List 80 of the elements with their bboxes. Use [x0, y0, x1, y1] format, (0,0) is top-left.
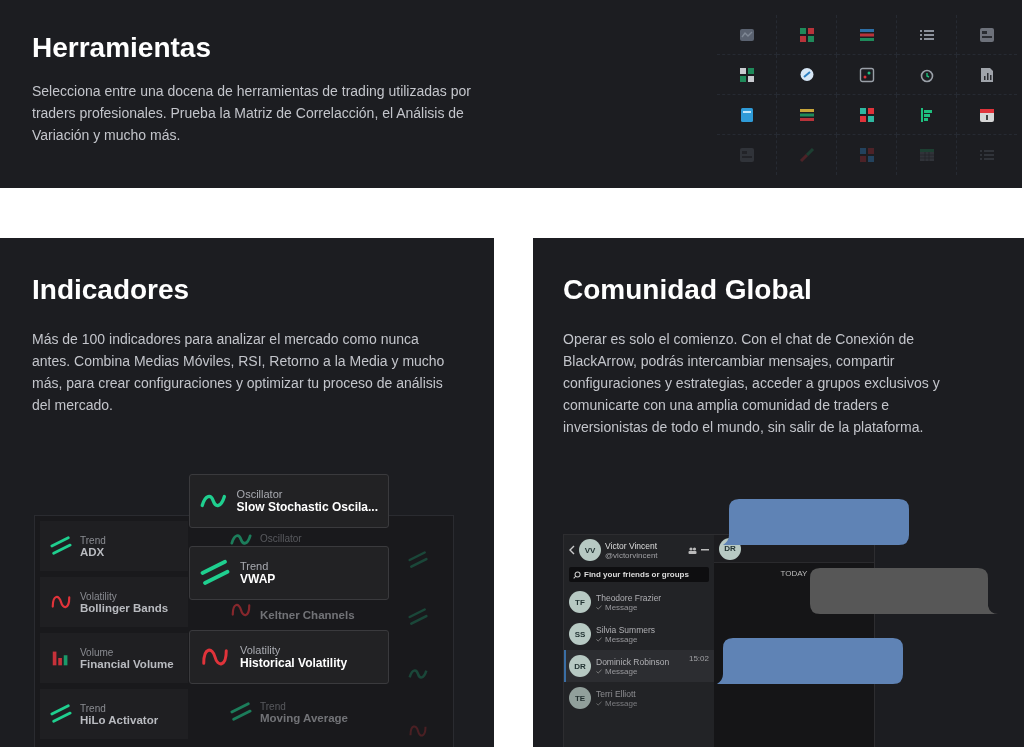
message-preview: Message — [605, 602, 638, 612]
message-preview: Message — [605, 634, 638, 644]
indicator-category: Trend — [80, 534, 106, 546]
contact-item[interactable]: TE Terri Elliott Message — [564, 682, 714, 714]
color-blocks-icon[interactable] — [798, 26, 815, 43]
color-blocks-icon[interactable] — [858, 106, 875, 123]
indicator-category: Trend — [260, 701, 287, 712]
trend-icon — [200, 558, 230, 588]
message-preview: Message — [605, 666, 638, 676]
trend-icon — [408, 549, 428, 570]
contact-avatar: SS — [569, 623, 591, 645]
indicator-name: Moving Average — [260, 712, 348, 724]
section-description: Selecciona entre una docena de herramientas de trading utilizadas por traders profesionales. Prueba la Matriz de Correlacción, el Análisis de Variación y mucho más. — [32, 82, 472, 145]
indicator-category: Oscillator — [260, 533, 302, 544]
contact-avatar: DR — [569, 655, 591, 677]
check-icon — [596, 636, 602, 642]
day-label: TODAY — [780, 569, 808, 578]
wave-chart-icon[interactable] — [738, 26, 755, 43]
indicator-card[interactable]: Trend VWAP — [189, 546, 389, 600]
trend-icon — [408, 606, 428, 627]
user-handle: @victorvincent — [605, 550, 659, 560]
indicator-card[interactable]: Trend ADX — [40, 521, 188, 571]
stripes-icon[interactable] — [798, 106, 815, 123]
indicator-name: HiLo Activator — [80, 713, 159, 726]
contact-avatar: TE — [569, 687, 591, 709]
search-field[interactable]: Find your friends or groups — [569, 567, 709, 582]
panel-icon[interactable] — [858, 66, 875, 83]
bar-list-icon[interactable] — [858, 26, 875, 43]
indicator-card[interactable]: Volatility Bollinger Bands — [40, 577, 188, 627]
indicator-name: Keltner Channels — [260, 609, 355, 621]
indicator-card[interactable]: Trend HiLo Activator — [40, 689, 188, 739]
message-preview: Message — [605, 698, 638, 708]
check-icon — [596, 700, 602, 706]
indicator-category: Volatility — [240, 644, 282, 656]
contact-avatar: TF — [569, 591, 591, 613]
section-description: Operar es solo el comienzo. Con el chat de Conexión de BlackArrow, podrás intercambiar mensajes, compartir configuraciones y estrategias, acceder a grupos exclusivos y comunicarte con una amplia comunidad de traders e inversionistas de todo el mundo, sin salir de la plataforma. — [563, 330, 941, 437]
color-blocks-icon[interactable] — [858, 147, 875, 163]
section-description: Más de 100 indicadores para analizar el mercado como nunca antes. Combina Medias Móviles, RSI, Retorno a la Media y mucho más, para crear configuraciones y optimizar tu proceso de análisis del mercado. — [32, 330, 446, 415]
user-avatar: VV — [579, 539, 601, 561]
indicator-card[interactable]: Oscillator Slow Stochastic Oscila... — [189, 474, 389, 528]
grid-icon[interactable] — [738, 66, 755, 83]
indicator-name: ADX — [80, 545, 106, 558]
contact-name: Dominick Robinson — [596, 656, 671, 667]
layout-icon[interactable] — [979, 26, 995, 43]
section-title: Indicadores — [32, 273, 191, 307]
trend-icon — [230, 701, 252, 723]
indicator-name: Slow Stochastic Oscila... — [236, 500, 378, 514]
oscillator-icon — [230, 533, 252, 545]
section-title: Comunidad Global — [563, 273, 813, 307]
book-icon[interactable] — [738, 106, 755, 123]
indicator-category: Trend — [240, 560, 270, 572]
trend-icon — [50, 703, 72, 725]
indicator-card[interactable]: Volume Financial Volume — [40, 633, 188, 683]
bar-chart-icon[interactable] — [979, 66, 995, 83]
trend-icon — [50, 535, 72, 557]
contact-name: Silvia Summers — [596, 624, 657, 635]
back-icon[interactable] — [569, 545, 575, 555]
indicator-name: VWAP — [240, 572, 276, 586]
contact-name: Terri Elliott — [596, 688, 637, 699]
indicator-name: Bollinger Bands — [80, 601, 169, 614]
indicator-category: Oscillator — [236, 488, 284, 500]
indicator-name: Financial Volume — [80, 657, 174, 670]
bar-list-icon[interactable] — [918, 106, 935, 123]
contact-name: Theodore Frazier — [596, 592, 663, 603]
chat-bubble-icon[interactable] — [798, 66, 815, 83]
check-icon — [596, 668, 602, 674]
indicator-card[interactable]: Volatility Historical Volatility — [189, 630, 389, 684]
message-time: 15:02 — [688, 654, 709, 663]
section-title: Herramientas — [32, 31, 212, 65]
people-icon[interactable] — [688, 546, 697, 554]
indicator-category: Trend — [80, 702, 107, 714]
user-name: Victor Vincent — [605, 540, 659, 551]
check-icon — [596, 604, 602, 610]
indicator-category: Volume — [80, 646, 115, 658]
indicator-category: Volatility — [80, 590, 118, 602]
contact-item[interactable]: DR Dominick Robinson Message 15:02 — [564, 650, 714, 682]
contact-item[interactable]: SS Silvia Summers Message — [564, 618, 714, 650]
contact-item[interactable]: TF Theodore Frazier Message — [564, 586, 714, 618]
indicator-name: Historical Volatility — [240, 656, 348, 670]
calendar-icon[interactable] — [979, 106, 995, 123]
